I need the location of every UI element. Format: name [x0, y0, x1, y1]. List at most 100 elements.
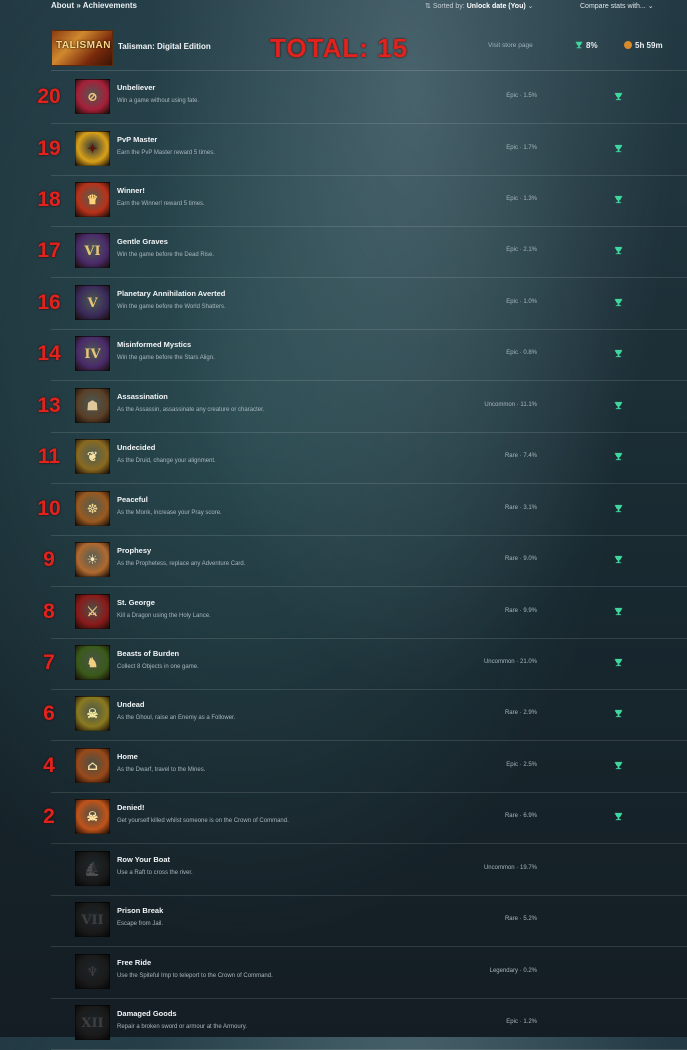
achievement-row[interactable]: 6 ☠ Undead As the Ghoul, raise an Enemy as … — [43, 689, 687, 742]
achievement-row[interactable]: 9 ☀ Prophesy As the Prophetess, replace any… — [43, 535, 687, 587]
achievement-rarity: Uncommon · 11.1% — [484, 401, 537, 408]
achievement-title: Home — [117, 751, 138, 761]
achievement-row[interactable]: 16 V Planetary Annihilation Averted Win the… — [37, 278, 687, 330]
game-name[interactable]: Talisman: Digital Edition — [118, 42, 211, 51]
trophy-icon — [614, 504, 623, 512]
achievement-icon: ♞ — [75, 645, 110, 680]
trophy-icon — [614, 555, 623, 564]
achievement-row[interactable]: 8 ⚔ St. George Kill a Dragon using the Holy… — [43, 587, 687, 639]
achievement-row[interactable]: 11 ❦ Undecided As the Druid, change your al… — [38, 432, 687, 485]
compare-stats-dropdown[interactable]: Compare stats with... ⌄ — [580, 2, 654, 10]
rank-annotation: 10 — [37, 496, 61, 520]
trophy-icon — [614, 92, 623, 101]
top-bar: About » Achievements ⇅ Sorted by: Unlock… — [0, 0, 687, 20]
trophy-icon — [614, 710, 623, 718]
achievement-description: Earn the Winner! reward 5 times. — [117, 200, 205, 207]
sort-label: Sorted by: — [432, 3, 465, 10]
rank-annotation: 4 — [43, 753, 55, 777]
achievement-icon: VII — [75, 902, 110, 938]
achievement-rarity: Epic · 2.5% — [506, 761, 537, 768]
achievement-description: Use the Spiteful Imp to teleport to the … — [117, 972, 273, 979]
achievement-icon-glyph: ♞ — [86, 656, 99, 671]
achievement-row[interactable]: VII Prison Break Escape from Jail. Rare · 5… — [51, 895, 687, 948]
trophy-icon — [614, 658, 623, 667]
game-cover[interactable]: TALISMAN — [51, 30, 113, 66]
achievement-icon-glyph: IV — [84, 347, 101, 363]
achievement-icon: ♆ — [75, 953, 110, 989]
breadcrumb[interactable]: About » Achievements — [51, 1, 137, 10]
rank-annotation: 17 — [37, 239, 61, 263]
achievement-icon: ☸ — [75, 490, 110, 526]
achievement-row[interactable]: 20 ⊘ Unbeliever Win a game without using fa… — [37, 72, 687, 124]
visit-store-link[interactable]: Visit store page — [488, 42, 533, 49]
achievement-row[interactable]: 13 ☗ Assassination As the Assassin, assassi… — [37, 381, 687, 433]
rank-annotation: 16 — [37, 290, 61, 314]
achievement-row[interactable]: XII Damaged Goods Repair a broken sword or… — [51, 998, 687, 1050]
rank-annotation: 7 — [43, 651, 55, 674]
achievement-icon: ☀ — [75, 542, 110, 577]
achievement-row[interactable]: 14 IV Misinformed Mystics Win the game befo… — [37, 329, 687, 382]
achievement-row[interactable]: ♆ Free Ride Use the Spiteful Imp to telepo… — [51, 947, 687, 999]
achievement-title: St. George — [117, 597, 155, 607]
achievement-title: Undecided — [117, 443, 156, 453]
trophy-icon — [614, 144, 623, 152]
achievement-title: Peaceful — [117, 494, 148, 504]
achievement-icon: ♛ — [75, 181, 110, 217]
trophy-icon — [614, 298, 623, 306]
achievement-rarity: Rare · 7.4% — [504, 453, 537, 460]
achievement-icon: XII — [75, 1005, 110, 1041]
achievement-icon: ⛵ — [75, 850, 110, 886]
achievement-icon: ☠ — [75, 799, 110, 835]
achievement-rarity: Epic · 1.2% — [506, 1019, 537, 1026]
achievement-icon: ❦ — [75, 439, 110, 475]
rank-annotation: 19 — [37, 136, 61, 160]
achievement-icon-glyph: VII — [81, 913, 104, 929]
achievement-title: Damaged Goods — [117, 1009, 177, 1019]
achievement-rarity: Legendary · 0.2% — [489, 967, 537, 974]
achievement-title: Winner! — [117, 185, 145, 195]
achievement-rarity: Epic · 1.0% — [506, 298, 537, 305]
achievement-title: Gentle Graves — [117, 237, 168, 247]
achievement-row[interactable]: 10 ☸ Peaceful As the Monk, increase your Pr… — [37, 484, 687, 536]
achievement-percent: 8% — [575, 41, 598, 50]
clock-icon — [624, 41, 632, 49]
rank-annotation: 2 — [43, 805, 55, 829]
achievement-description: Win a game without using fate. — [117, 98, 200, 104]
total-annotation: TOTAL: 15 — [270, 33, 409, 63]
achievement-icon: ☗ — [75, 387, 110, 423]
sort-icon: ⇅ — [425, 3, 433, 10]
achievement-title: Beasts of Burden — [117, 649, 180, 658]
achievement-description: As the Druid, change your alignment. — [117, 458, 216, 465]
achievement-row[interactable]: ⛵ Row Your Boat Use a Raft to cross the ri… — [51, 844, 687, 896]
achievement-row[interactable]: 18 ♛ Winner! Earn the Winner! reward 5 time… — [37, 175, 687, 227]
achievement-row[interactable]: 19 ✦ PvP Master Earn the PvP Master reward … — [37, 124, 687, 176]
achievement-icon-glyph: ✦ — [87, 141, 98, 157]
achievement-description: Win the game before the Dead Rise. — [117, 252, 215, 259]
achievement-row[interactable]: 7 ♞ Beasts of Burden Collect 8 Objects in o… — [43, 638, 687, 690]
achievement-description: Kill a Dragon using the Holy Lance. — [117, 612, 211, 619]
rank-annotation: 11 — [37, 445, 61, 469]
trophy-icon — [614, 401, 623, 409]
sort-dropdown[interactable]: ⇅ Sorted by: Unlock date (You) ⌄ — [425, 2, 534, 10]
achievement-description: As the Dwarf, travel to the Mines. — [117, 766, 206, 773]
rank-annotation: 8 — [43, 599, 55, 623]
achievement-row[interactable]: 2 ☠ Denied! Get yourself killed whilst some… — [43, 792, 687, 845]
achievement-rarity: Rare · 9.9% — [504, 607, 537, 614]
achievement-icon-glyph: ☀ — [86, 553, 99, 568]
achievement-icon-glyph: ☠ — [86, 707, 99, 723]
achievement-description: As the Monk, increase your Pray score. — [117, 509, 222, 516]
achievement-row[interactable]: 17 VI Gentle Graves Win the game before the… — [37, 226, 687, 279]
achievement-icon: VI — [75, 233, 110, 269]
achievement-title: Planetary Annihilation Averted — [117, 288, 226, 298]
achievement-rarity: Epic · 1.7% — [506, 144, 537, 151]
achievement-icon-glyph: ♛ — [86, 192, 99, 208]
achievement-icon-glyph: ❦ — [87, 450, 98, 466]
achievement-rarity: Epic · 2.1% — [506, 247, 537, 254]
rank-annotation: 6 — [43, 702, 55, 726]
achievement-row[interactable]: 4 ⌂ Home As the Dwarf, travel to the Mines.… — [43, 741, 687, 793]
achievement-icon-glyph: ☗ — [86, 398, 99, 414]
achievement-title: Unbeliever — [117, 83, 156, 92]
trophy-icon — [614, 607, 623, 615]
achievement-title: Row Your Boat — [117, 854, 171, 864]
achievement-rarity: Uncommon · 19.7% — [483, 864, 537, 871]
